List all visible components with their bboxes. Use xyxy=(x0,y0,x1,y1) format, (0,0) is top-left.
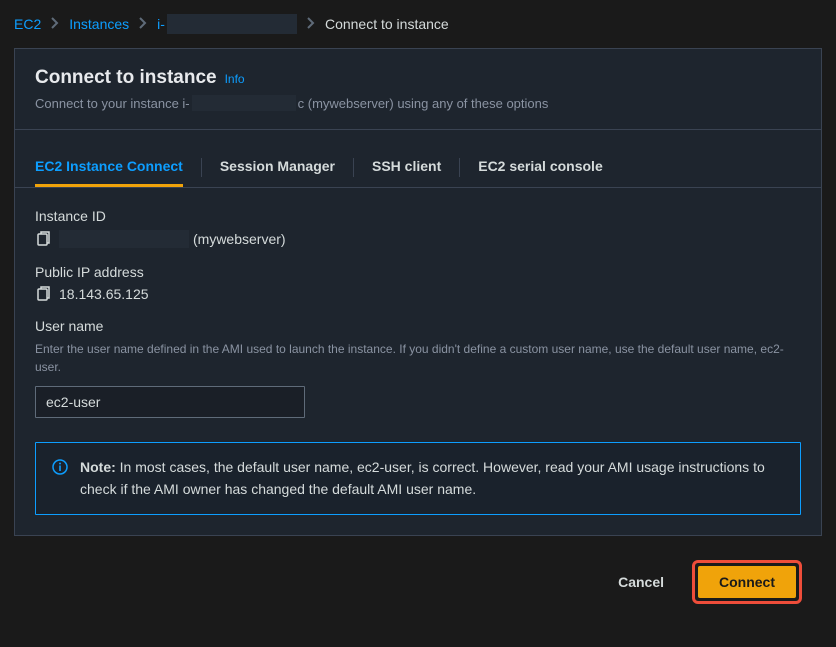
subtitle-prefix: Connect to your instance i- xyxy=(35,96,190,111)
public-ip-label: Public IP address xyxy=(35,264,801,280)
note-label: Note: xyxy=(80,459,116,475)
tab-separator xyxy=(353,158,354,177)
info-icon xyxy=(52,459,68,475)
chevron-right-icon xyxy=(307,16,315,32)
tabs: EC2 Instance Connect Session Manager SSH… xyxy=(15,148,821,188)
page-subtitle: Connect to your instance i-c (mywebserve… xyxy=(35,95,801,111)
public-ip-row: 18.143.65.125 xyxy=(35,286,801,302)
tab-ec2-instance-connect[interactable]: EC2 Instance Connect xyxy=(35,148,183,187)
tab-separator xyxy=(201,158,202,177)
breadcrumb-current: Connect to instance xyxy=(325,16,449,32)
panel-header: Connect to instance Info Connect to your… xyxy=(15,49,821,130)
footer: Cancel Connect xyxy=(14,536,822,624)
tab-ssh-client[interactable]: SSH client xyxy=(372,148,441,187)
connect-button-highlight: Connect xyxy=(692,560,802,604)
breadcrumb-ec2[interactable]: EC2 xyxy=(14,16,41,32)
instance-id-row: (mywebserver) xyxy=(35,230,801,248)
connect-button[interactable]: Connect xyxy=(698,566,796,598)
chevron-right-icon xyxy=(51,16,59,32)
instance-id-label: Instance ID xyxy=(35,208,801,224)
redacted-box xyxy=(59,230,189,248)
info-link[interactable]: Info xyxy=(225,72,245,86)
note-box: Note: In most cases, the default user na… xyxy=(35,442,801,515)
tab-separator xyxy=(459,158,460,177)
subtitle-suffix: c (mywebserver) using any of these optio… xyxy=(298,96,549,111)
breadcrumb-instances[interactable]: Instances xyxy=(69,16,129,32)
cancel-button[interactable]: Cancel xyxy=(604,566,678,598)
breadcrumb-instance-id[interactable]: i- xyxy=(157,14,297,34)
connect-panel: Connect to instance Info Connect to your… xyxy=(14,48,822,536)
copy-icon[interactable] xyxy=(35,231,51,247)
note-body: In most cases, the default user name, ec… xyxy=(80,459,765,497)
public-ip-value: 18.143.65.125 xyxy=(59,286,149,302)
username-help: Enter the user name defined in the AMI u… xyxy=(35,340,801,376)
instance-id-value: (mywebserver) xyxy=(59,230,286,248)
tab-ec2-serial-console[interactable]: EC2 serial console xyxy=(478,148,603,187)
username-label: User name xyxy=(35,318,801,334)
tab-session-manager[interactable]: Session Manager xyxy=(220,148,335,187)
page-title: Connect to instance xyxy=(35,67,217,89)
chevron-right-icon xyxy=(139,16,147,32)
username-input[interactable] xyxy=(35,386,305,418)
redacted-box xyxy=(192,95,296,111)
panel-body: Instance ID (mywebserver) Public IP addr… xyxy=(15,188,821,535)
note-text: Note: In most cases, the default user na… xyxy=(80,457,784,500)
redacted-box xyxy=(167,14,297,34)
instance-id-name: (mywebserver) xyxy=(193,231,286,247)
breadcrumb: EC2 Instances i- Connect to instance xyxy=(0,0,836,48)
copy-icon[interactable] xyxy=(35,286,51,302)
breadcrumb-instance-prefix: i- xyxy=(157,16,165,32)
